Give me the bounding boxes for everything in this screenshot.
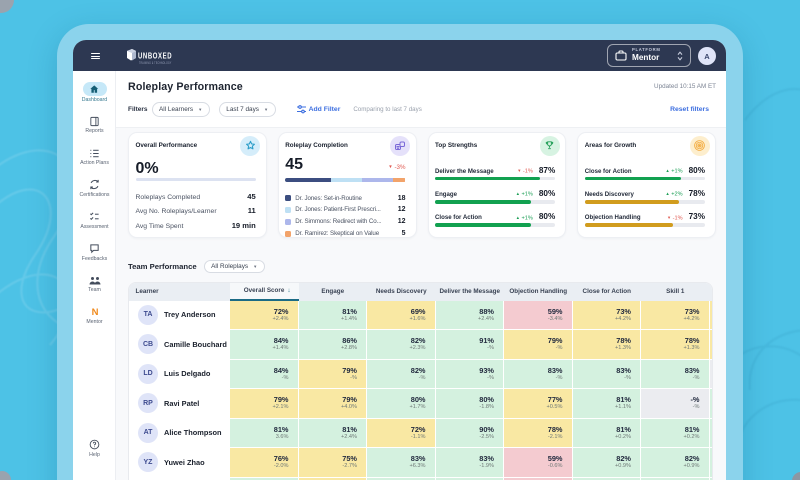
svg-text:N: N xyxy=(91,307,98,318)
